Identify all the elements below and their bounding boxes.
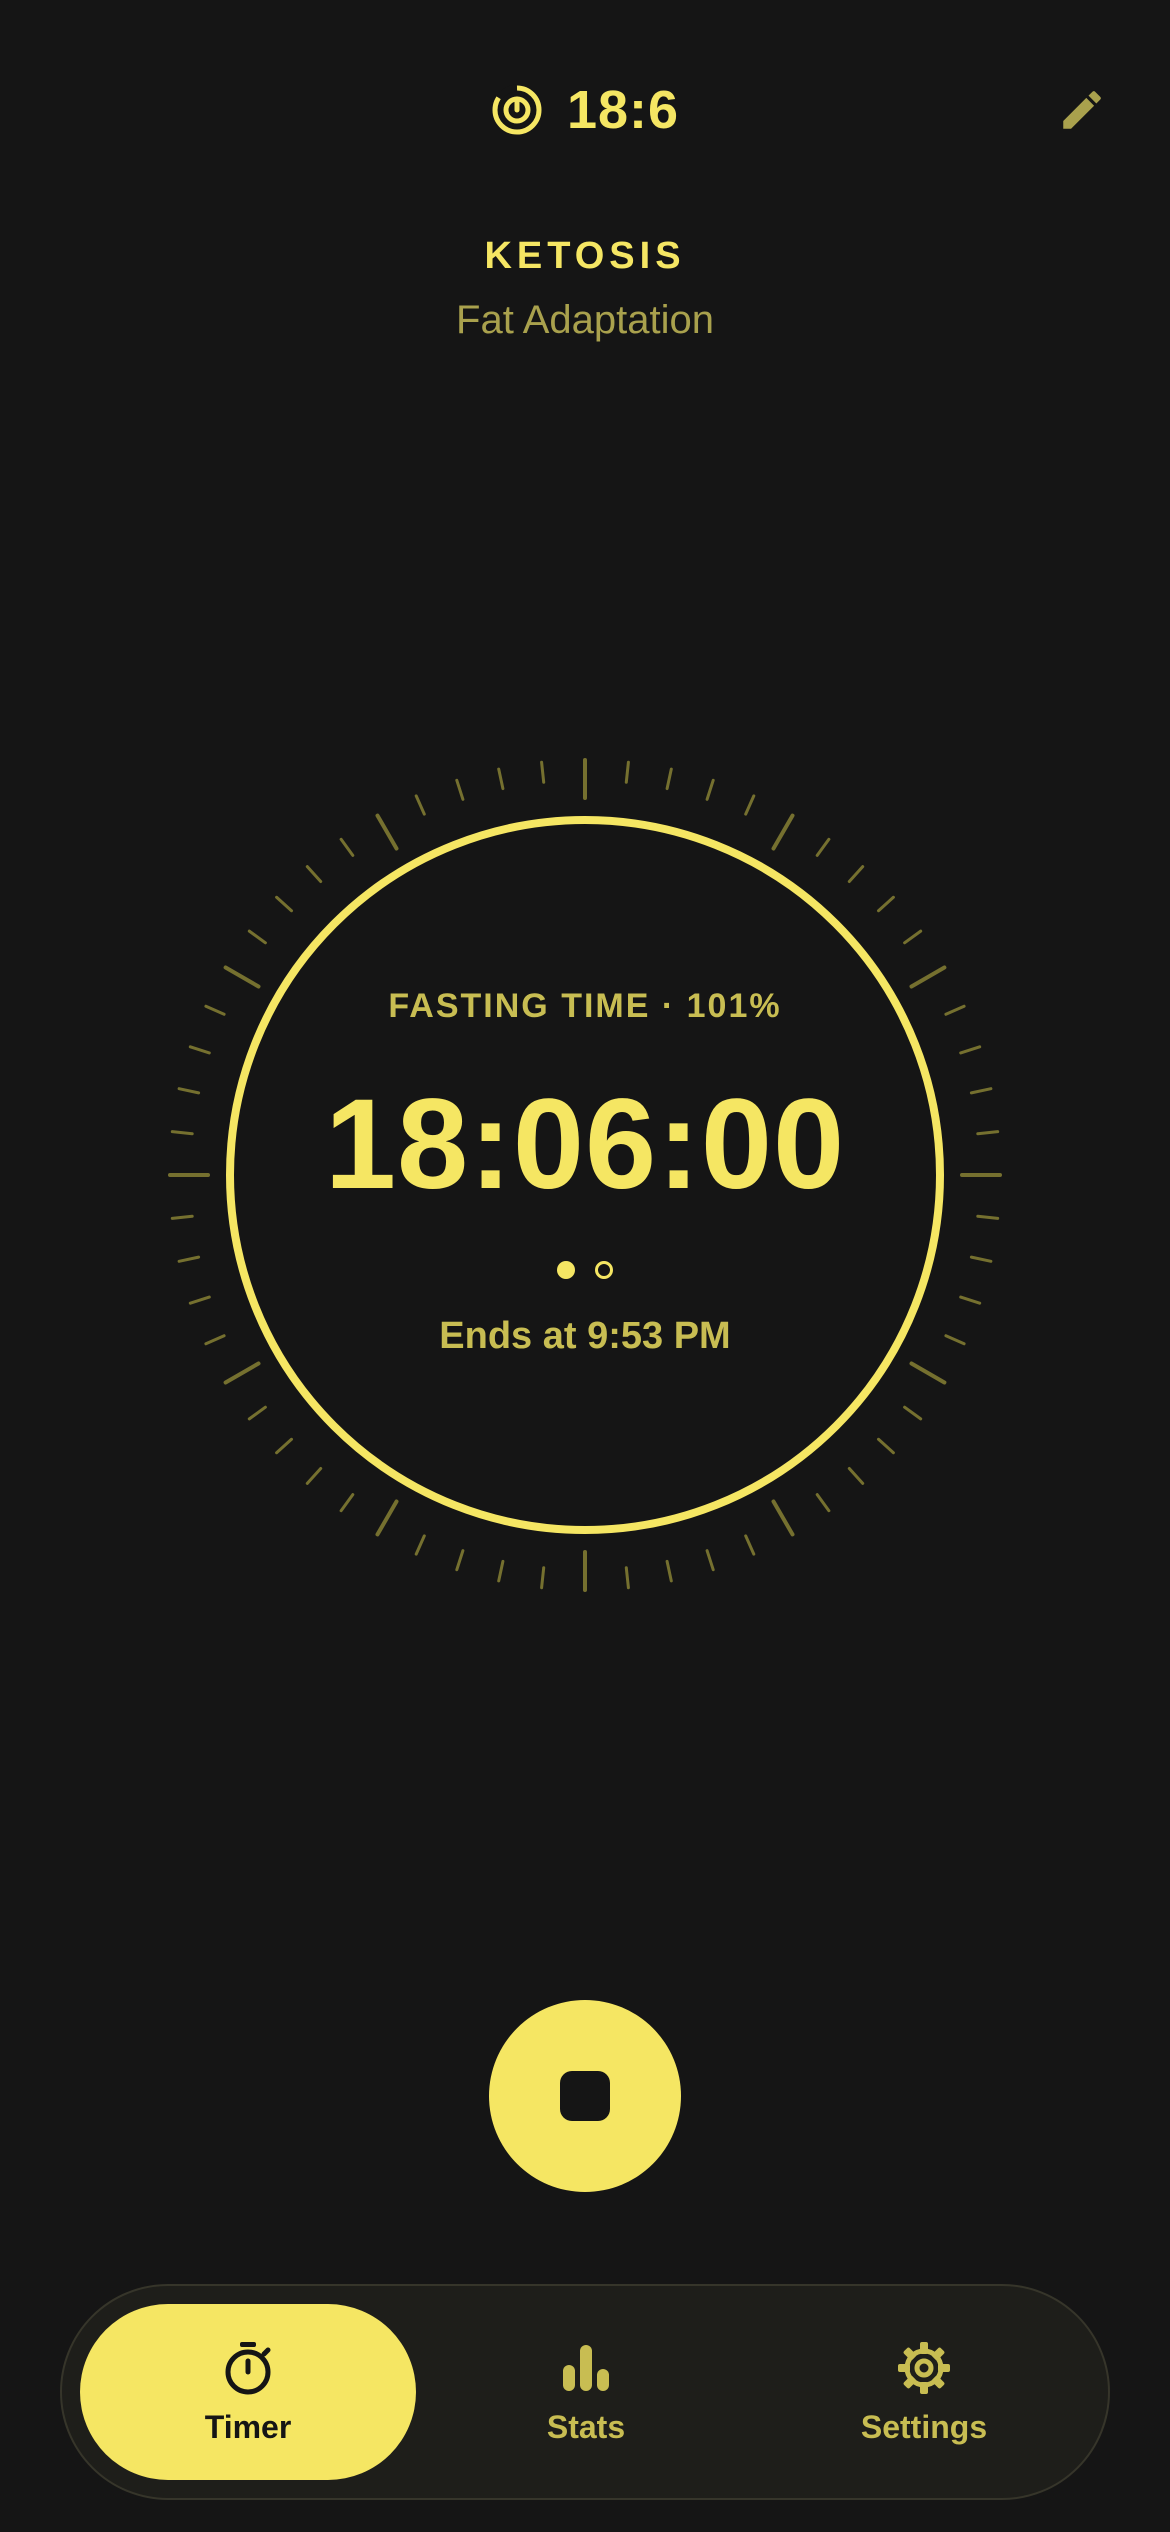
stop-fast-button[interactable] [489, 2000, 681, 2192]
bar-chart-icon [563, 2344, 609, 2391]
nav-label-settings: Settings [860, 2408, 988, 2445]
pencil-icon [1063, 91, 1101, 129]
edit-button[interactable] [1054, 82, 1110, 138]
nav-item-timer[interactable]: Timer [80, 2304, 416, 2480]
app-screen: 18:6 KETOSIS Fat Adaptation FASTING TIME… [0, 0, 1170, 2532]
elapsed-time: 18:06:00 [324, 1073, 846, 1216]
header: 18:6 [0, 70, 1170, 150]
stop-icon [560, 2071, 610, 2121]
fasting-target-icon [492, 84, 542, 135]
fasting-time-label: FASTING TIME · 101% [388, 987, 782, 1025]
nav-label-stats: Stats [546, 2408, 626, 2445]
stopwatch-icon [225, 2341, 271, 2394]
fasting-plan-indicator: 18:6 [0, 70, 1170, 150]
stage-subtitle: Fat Adaptation [456, 298, 714, 342]
fasting-plan-value: 18:6 [566, 80, 680, 140]
dial-content: FASTING TIME · 101% 18:06:00 Ends at 9:5… [165, 755, 1005, 1595]
page-dot-active[interactable] [557, 1261, 575, 1279]
nav-item-settings[interactable]: Settings [756, 2304, 1092, 2480]
gear-icon [898, 2341, 950, 2394]
fasting-stage: KETOSIS Fat Adaptation [0, 232, 1170, 346]
end-time: Ends at 9:53 PM [439, 1315, 731, 1357]
stage-title: KETOSIS [484, 235, 686, 277]
bottom-nav: Timer Stats Settings [60, 2284, 1110, 2500]
page-dot-inactive[interactable] [595, 1261, 613, 1279]
page-indicator[interactable] [165, 1261, 1005, 1279]
nav-item-stats[interactable]: Stats [418, 2304, 754, 2480]
nav-label-timer: Timer [204, 2408, 292, 2445]
